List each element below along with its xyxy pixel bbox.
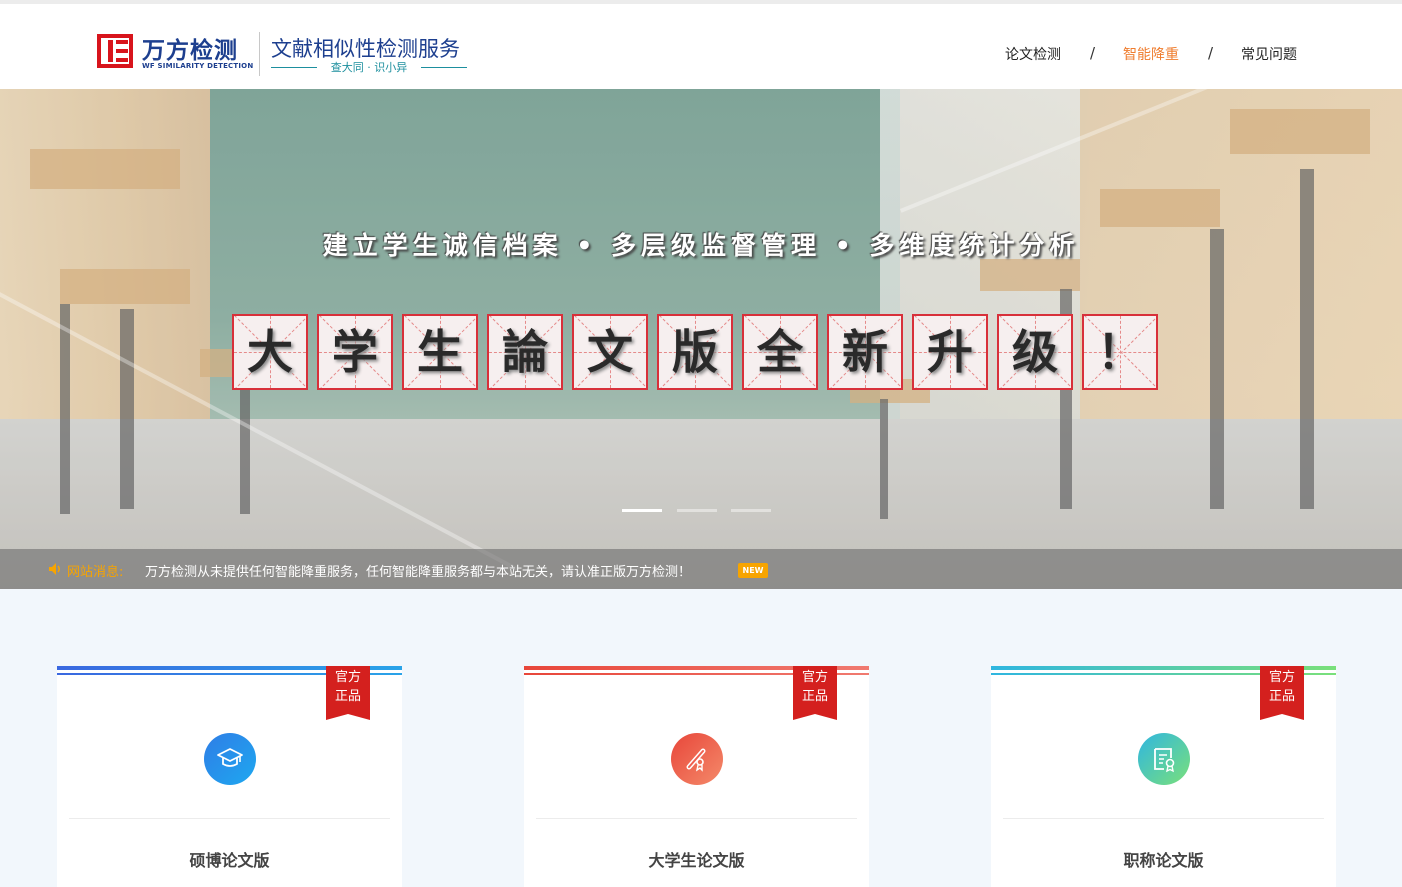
logo-subtext: WF SIMILARITY DETECTION [142,62,254,70]
headline-tile: 大 [232,314,308,390]
speaker-icon [49,563,60,575]
hero-banner[interactable]: 建立学生诚信档案 • 多层级监督管理 • 多维度统计分析 大 学 生 論 文 版… [0,89,1402,589]
banner-slogan: 建立学生诚信档案 • 多层级监督管理 • 多维度统计分析 [322,231,1080,260]
product-card-undergraduate[interactable]: 官方 正品 大学生论文版 [524,666,869,887]
badge-text: 官方 正品 [334,670,361,704]
new-badge: NEW [738,563,768,578]
nav-separator: / [1090,44,1096,62]
graduation-cap-icon [204,733,256,785]
carousel-dot-3[interactable] [731,509,771,512]
carousel-dot-2[interactable] [677,509,717,512]
card-divider [536,818,857,819]
headline-tile: 文 [572,314,648,390]
card-title: 职称论文版 [1123,851,1204,870]
headline-tile: 升 [912,314,988,390]
certificate-icon [1138,733,1190,785]
diploma-scroll-icon [671,733,723,785]
main-nav: 论文检测 / 智能降重 / 常见问题 [1005,44,1300,64]
headline-tile: 生 [402,314,478,390]
headline-tile: 学 [317,314,393,390]
logo-mark-icon [97,34,133,68]
product-card-masters-phd[interactable]: 官方 正品 硕博论文版 [57,666,402,887]
carousel-dot-1[interactable] [622,509,662,512]
nav-separator: / [1208,44,1214,62]
nav-item-paper-check[interactable]: 论文检测 [1005,44,1061,64]
headline-tile: ！ [1082,314,1158,390]
card-divider [69,818,390,819]
site-header: 万方检测 WF SIMILARITY DETECTION 文献相似性检测服务 查… [0,4,1402,89]
nav-item-faq[interactable]: 常见问题 [1241,44,1297,64]
badge-text: 官方 正品 [1268,670,1295,704]
nav-item-smart-rewrite[interactable]: 智能降重 [1123,44,1179,64]
service-subtitle: 查大同 · 识小异 [271,59,467,75]
badge-text: 官方 正品 [801,670,828,704]
headline-tile: 論 [487,314,563,390]
headline-tile: 版 [657,314,733,390]
wanfang-logo[interactable]: 万方检测 WF SIMILARITY DETECTION [97,31,253,73]
official-badge: 官方 正品 [793,666,837,720]
service-subtitle-text: 查大同 · 识小异 [330,61,408,74]
logo-text: 万方检测 [142,38,238,64]
banner-headline-tiles: 大 学 生 論 文 版 全 新 升 级 ！ [232,314,1162,390]
carousel-indicators [622,509,772,513]
notice-label: 网站消息: [67,565,124,580]
card-title: 大学生论文版 [648,851,745,870]
card-divider [1003,818,1324,819]
official-badge: 官方 正品 [1260,666,1304,720]
product-card-professional-title[interactable]: 官方 正品 职称论文版 [991,666,1336,887]
official-badge: 官方 正品 [326,666,370,720]
site-notice-bar: 网站消息: 万方检测从未提供任何智能降重服务，任何智能降重服务都与本站无关，请认… [0,549,1402,589]
notice-text[interactable]: 万方检测从未提供任何智能降重服务，任何智能降重服务都与本站无关，请认准正版万方检… [145,561,691,580]
header-divider [259,32,260,76]
card-title: 硕博论文版 [189,851,270,870]
headline-tile: 全 [742,314,818,390]
headline-tile: 级 [997,314,1073,390]
headline-tile: 新 [827,314,903,390]
